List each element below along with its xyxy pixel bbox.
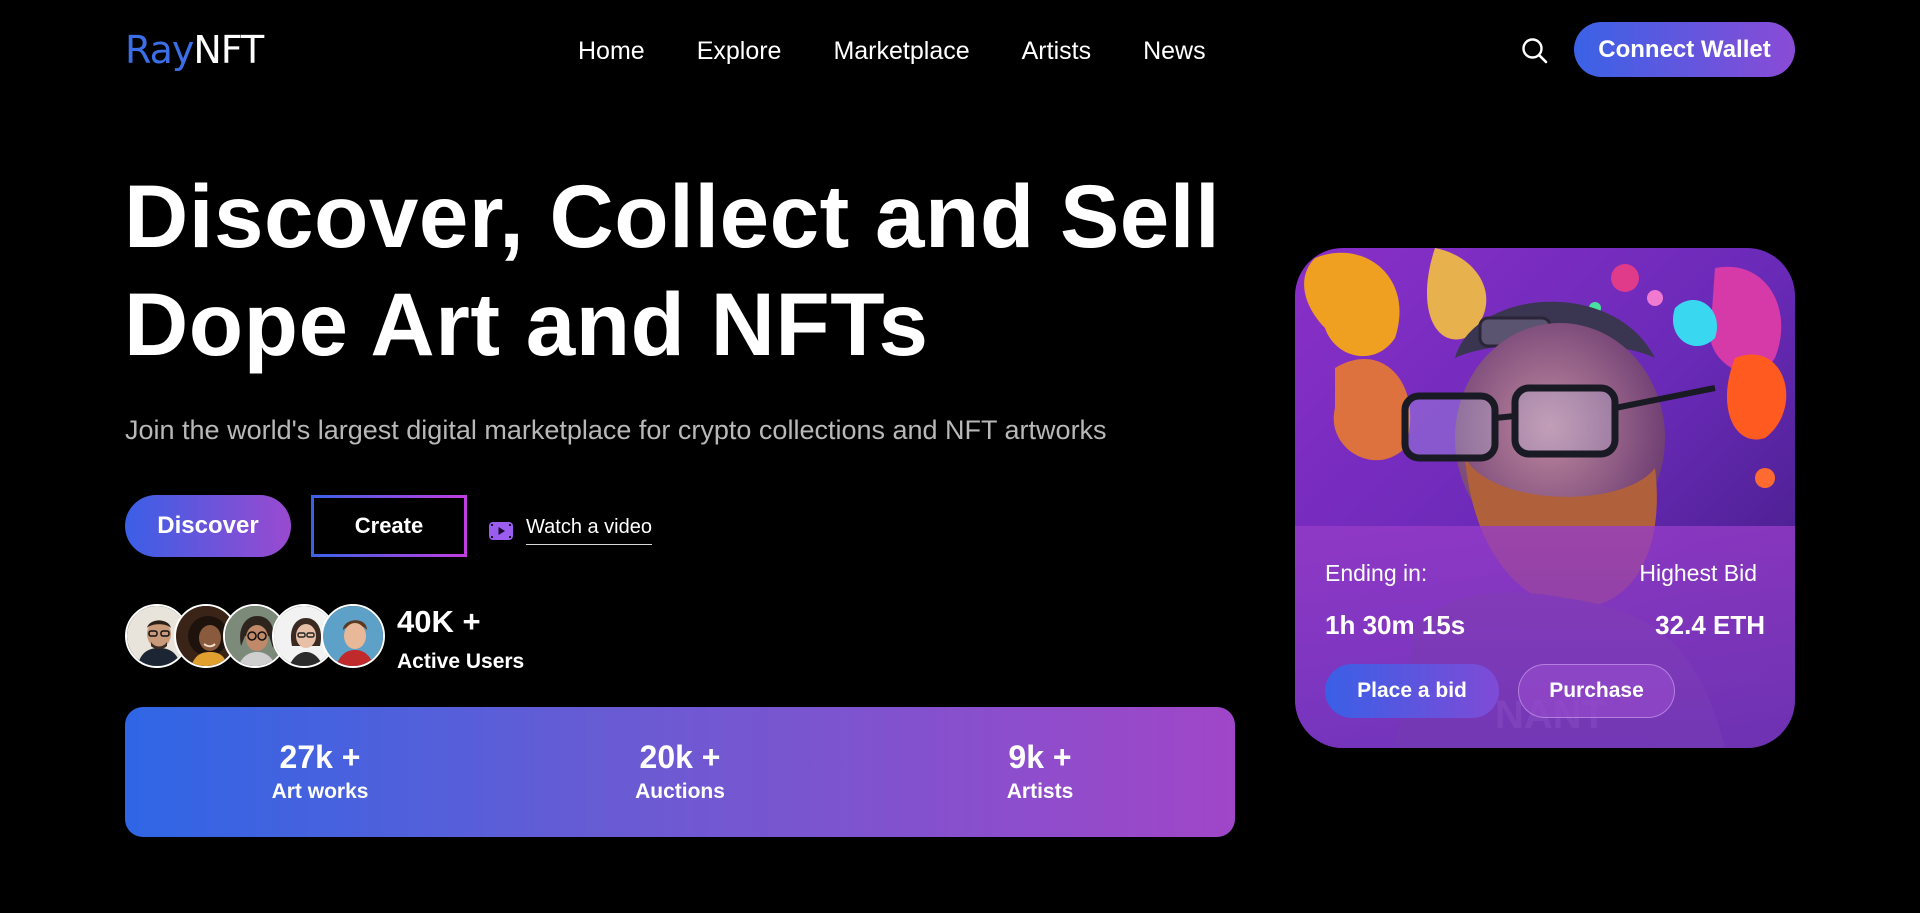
featured-nft-card[interactable]: NANT Ending in: Highest Bid 1h 30m 15s 3…	[1295, 248, 1795, 748]
watch-video-link[interactable]: Watch a video	[488, 516, 652, 545]
search-icon[interactable]	[1520, 36, 1550, 66]
stat-artists: 9k + Artists	[940, 739, 1140, 805]
logo[interactable]: RayNFT	[125, 28, 264, 72]
stat-artworks: 27k + Art works	[220, 739, 420, 805]
hero-title-line1: Discover, Collect and Sell	[124, 166, 1221, 266]
highest-bid-label: Highest Bid	[1639, 560, 1757, 586]
ending-label: Ending in:	[1325, 560, 1428, 586]
hero-subtitle: Join the world's largest digital marketp…	[125, 415, 1107, 445]
stat-value: 9k +	[1008, 739, 1072, 775]
nav-artists[interactable]: Artists	[1022, 37, 1091, 65]
hero-title-line2: Dope Art and NFTs	[124, 274, 929, 374]
stat-label: Artists	[1006, 780, 1074, 803]
stat-auctions: 20k + Auctions	[580, 739, 780, 805]
video-play-icon	[489, 521, 513, 540]
place-bid-button[interactable]: Place a bid	[1325, 664, 1499, 718]
nav-news[interactable]: News	[1143, 37, 1206, 65]
stat-value: 20k +	[639, 739, 721, 775]
nav-explore[interactable]: Explore	[697, 37, 782, 65]
hero-title: Discover, Collect and Sell Dope Art and …	[124, 162, 1284, 378]
purchase-button[interactable]: Purchase	[1518, 664, 1675, 718]
stat-label: Art works	[271, 780, 369, 803]
avatar	[321, 604, 385, 668]
nav-marketplace[interactable]: Marketplace	[833, 37, 969, 65]
watch-video-label: Watch a video	[526, 516, 652, 545]
nav-home[interactable]: Home	[578, 37, 645, 65]
logo-nft: NFT	[193, 28, 264, 72]
connect-wallet-button[interactable]: Connect Wallet	[1574, 22, 1795, 77]
active-users-label: Active Users	[397, 650, 525, 673]
user-avatars	[125, 604, 385, 668]
logo-ray: Ray	[125, 28, 194, 72]
discover-button[interactable]: Discover	[125, 495, 291, 557]
create-button[interactable]: Create	[311, 495, 467, 557]
top-nav: RayNFT Home Explore Marketplace Artists …	[0, 0, 1920, 100]
countdown-timer: 1h 30m 15s	[1325, 610, 1466, 640]
stat-value: 27k +	[279, 739, 361, 775]
stats-bar: 27k + Art works 20k + Auctions 9k + Arti…	[125, 707, 1235, 837]
main-menu: Home Explore Marketplace Artists News	[578, 37, 1206, 65]
stat-label: Auctions	[635, 780, 725, 803]
active-users-count: 40K +	[397, 604, 481, 639]
highest-bid-value: 32.4 ETH	[1655, 610, 1765, 640]
